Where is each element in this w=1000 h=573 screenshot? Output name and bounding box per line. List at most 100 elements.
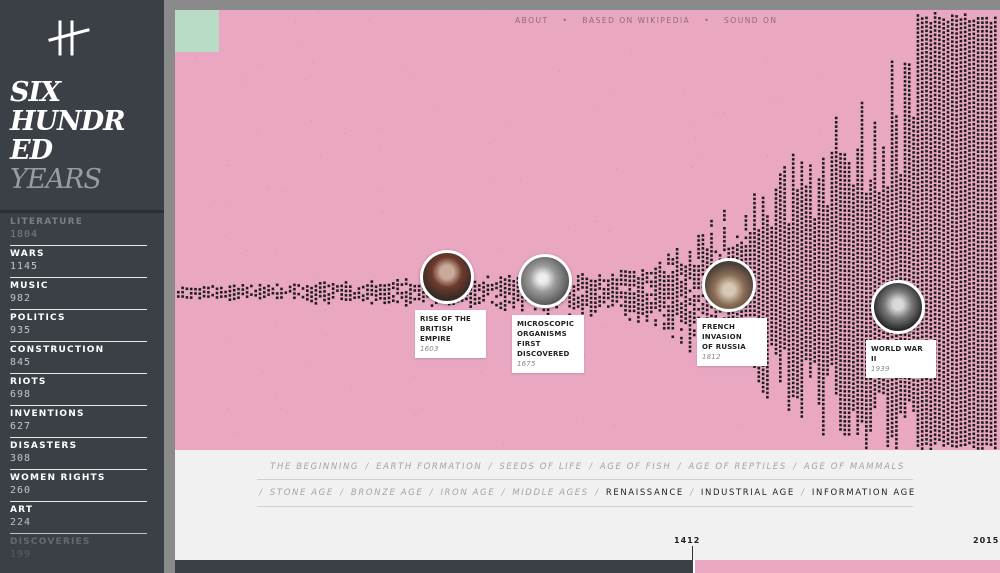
event-year: 1603 [420, 345, 439, 353]
event-title-line: OF RUSSIA [702, 343, 746, 351]
era-link-industrial-age[interactable]: INDUSTRIAL AGE [701, 488, 795, 498]
category-item-politics[interactable]: POLITICS 935 [10, 310, 147, 342]
era-link-bronze-age[interactable]: BRONZE AGE [351, 488, 423, 498]
app-title: SIX HUNDR ED YEARS [10, 77, 126, 195]
title-line: YEARS [10, 164, 102, 195]
paper-texture [195, 10, 998, 446]
event-photo-british-empire[interactable] [420, 250, 474, 304]
event-title-line: OF RUSSIA 1812 [702, 342, 762, 362]
timeline-selection[interactable] [693, 560, 1000, 573]
timeline-end-year: 2015 [973, 536, 1000, 545]
category-count: 1145 [10, 261, 39, 272]
event-title-line: DISCOVERED [517, 350, 570, 358]
era-separator: / [259, 488, 268, 498]
category-name: CONSTRUCTION [10, 345, 105, 355]
era-separator: / [361, 462, 375, 472]
event-card-french-invasion[interactable]: FRENCH INVASION OF RUSSIA 1812 [697, 318, 767, 366]
event-title-line: WORLD WAR II [871, 345, 923, 363]
category-count: 982 [10, 293, 32, 304]
era-row-geologic: THE BEGINNING / EARTH FORMATION / SEEDS … [175, 462, 1000, 472]
event-year: 1675 [517, 360, 536, 368]
era-separator: / [484, 462, 498, 472]
density-dot-chart[interactable] [175, 10, 1000, 450]
about-link[interactable]: ABOUT [515, 16, 549, 25]
nav-separator-icon: • [562, 16, 569, 25]
event-card-british-empire[interactable]: RISE OF THE BRITISH EMPIRE 1603 [415, 310, 486, 358]
category-name: RIOTS [10, 377, 47, 387]
era-link-stone-age[interactable]: STONE AGE [270, 488, 334, 498]
tuning-fork-logo-icon[interactable] [48, 18, 92, 58]
category-item-women-rights[interactable]: WOMEN RIGHTS 260 [10, 470, 147, 502]
event-year: 1812 [702, 353, 721, 361]
category-item-music[interactable]: MUSIC 982 [10, 278, 147, 310]
era-separator: / [673, 462, 687, 472]
era-separator: / [796, 488, 810, 498]
category-name: DISASTERS [10, 441, 78, 451]
category-name: ART [10, 505, 34, 515]
event-photo-world-war-ii[interactable] [871, 280, 925, 334]
sidebar-divider [0, 210, 164, 213]
category-name: INVENTIONS [10, 409, 85, 419]
category-count: 1804 [10, 229, 39, 240]
sound-toggle[interactable]: SOUND ON [724, 16, 777, 25]
top-nav: ABOUT • BASED ON WIKIPEDIA • SOUND ON [515, 16, 777, 25]
category-name: MUSIC [10, 281, 49, 291]
category-count: 698 [10, 389, 32, 400]
event-title-line: ORGANISMS FIRST [517, 330, 567, 348]
era-link-age-of-fish[interactable]: AGE OF FISH [600, 462, 672, 472]
event-photo-french-invasion[interactable] [702, 258, 756, 312]
category-name: WOMEN RIGHTS [10, 473, 106, 483]
era-separator: / [584, 462, 598, 472]
era-separator: / [590, 488, 604, 498]
era-link-age-of-reptiles[interactable]: AGE OF REPTILES [688, 462, 786, 472]
event-title-line: FRENCH INVASION [702, 323, 742, 341]
timeline-start-year: 1412 [674, 536, 701, 545]
era-link-renaissance[interactable]: RENAISSANCE [606, 488, 684, 498]
event-card-microscopic-organisms[interactable]: MICROSCOPIC ORGANISMS FIRST DISCOVERED 1… [512, 315, 584, 373]
category-item-wars[interactable]: WARS 1145 [10, 246, 147, 278]
title-line: ED [10, 135, 53, 166]
era-link-the-beginning[interactable]: THE BEGINNING [270, 462, 359, 472]
title-line: HUNDR [10, 106, 126, 137]
event-title-line: RISE OF THE [420, 315, 472, 323]
title-line: SIX [10, 77, 61, 108]
era-link-middle-ages[interactable]: MIDDLE AGES [512, 488, 589, 498]
era-separator: / [425, 488, 439, 498]
era-link-earth-formation[interactable]: EARTH FORMATION [376, 462, 482, 472]
sidebar-fade [0, 520, 164, 573]
era-link-iron-age[interactable]: IRON AGE [440, 488, 495, 498]
dot-columns [177, 12, 997, 450]
event-title-line: DISCOVERED 1675 [517, 349, 579, 369]
category-item-riots[interactable]: RIOTS 698 [10, 374, 147, 406]
event-photo-microscopic-organisms[interactable] [518, 254, 572, 308]
era-link-age-of-mammals[interactable]: AGE OF MAMMALS [804, 462, 905, 472]
era-link-information-age[interactable]: INFORMATION AGE [812, 488, 916, 498]
era-link-seeds-of-life[interactable]: SEEDS OF LIFE [499, 462, 582, 472]
category-list: LITERATURE 1804 WARS 1145 MUSIC 982 POLITICS 93… [10, 214, 147, 566]
event-card-world-war-ii[interactable]: WORLD WAR II 1939 [866, 340, 936, 378]
era-divider [257, 506, 913, 507]
category-count: 308 [10, 453, 32, 464]
category-name: LITERATURE [10, 217, 84, 227]
era-separator: / [685, 488, 699, 498]
era-row-historic: / STONE AGE / BRONZE AGE / IRON AGE / MI… [175, 488, 1000, 498]
category-count: 845 [10, 357, 32, 368]
category-count: 935 [10, 325, 32, 336]
nav-separator-icon: • [704, 16, 711, 25]
era-separator: / [335, 488, 349, 498]
event-title-line: MICROSCOPIC [517, 320, 575, 328]
category-item-literature[interactable]: LITERATURE 1804 [10, 214, 147, 246]
category-item-disasters[interactable]: DISASTERS 308 [10, 438, 147, 470]
category-count: 260 [10, 485, 32, 496]
timeline-handle[interactable] [692, 546, 693, 560]
category-item-construction[interactable]: CONSTRUCTION 845 [10, 342, 147, 374]
era-navigation: THE BEGINNING / EARTH FORMATION / SEEDS … [175, 450, 1000, 573]
category-item-inventions[interactable]: INVENTIONS 627 [10, 406, 147, 438]
event-title-line: BRITISH EMPIRE [420, 325, 454, 343]
corner-block[interactable] [175, 10, 219, 52]
category-name: WARS [10, 249, 45, 259]
era-divider [257, 479, 913, 480]
wikipedia-link[interactable]: BASED ON WIKIPEDIA [582, 16, 690, 25]
visualization-panel: ABOUT • BASED ON WIKIPEDIA • SOUND ON RI… [175, 10, 1000, 450]
category-name: POLITICS [10, 313, 66, 323]
